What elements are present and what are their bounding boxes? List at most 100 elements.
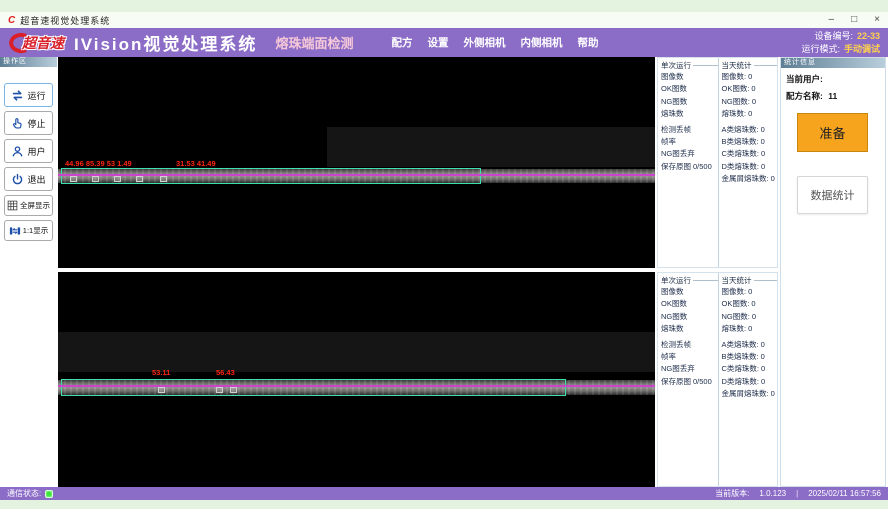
menu-help[interactable]: 帮助 (577, 35, 598, 50)
stat-value: 0/500 (693, 376, 712, 388)
stat-label: B类熔珠数: (722, 136, 759, 148)
operation-sidebar: 操作区 运行 停止 用户 退出 (0, 57, 57, 487)
stat-label: 图像数 (661, 286, 684, 298)
stat-value: 0 (751, 298, 755, 310)
stat-row: 保存原图0/500 (661, 376, 718, 388)
stat-row: 图像数:0 (722, 71, 778, 83)
minimize-icon[interactable]: – (829, 13, 835, 27)
stat-label: 检测丢帧 (661, 339, 691, 351)
stat-label: 保存原图 (661, 376, 691, 388)
stat-label: 检测丢帧 (661, 124, 691, 136)
close-icon[interactable]: × (874, 13, 880, 27)
single-run-rows: 图像数OK图数NG图数熔珠数检测丢帧帧率NG图丢弃保存原图0/500 (661, 286, 718, 388)
stat-value: 0 (761, 136, 765, 148)
camera-viewport-outer[interactable]: 44.96 85.39 53 1.49 31.53 41.49 (58, 57, 655, 268)
run-mode-value: 手动调试 (844, 43, 880, 56)
run-button-label: 运行 (27, 89, 45, 102)
recipe-name-label: 配方名称: (786, 91, 823, 101)
power-icon (11, 173, 24, 186)
stat-row: C类熔珠数:0 (722, 363, 778, 375)
today-title: 当天统计 (722, 275, 778, 286)
version-value: 1.0.123 (759, 489, 786, 498)
stat-label: D类熔珠数: (722, 161, 760, 173)
single-run-title: 单次运行 (661, 60, 718, 71)
run-button[interactable]: 运行 (4, 83, 53, 107)
defect-marker-box (92, 176, 99, 182)
data-statistics-button[interactable]: 数据统计 (797, 176, 868, 214)
menu-outer-camera[interactable]: 外侧相机 (463, 35, 505, 50)
stat-row: 熔珠数 (661, 108, 718, 120)
today-rows: 图像数:0OK图数:0NG图数:0熔珠数:0A类熔珠数:0B类熔珠数:0C类熔珠… (722, 286, 778, 401)
stat-label: NG图丢弃 (661, 148, 695, 160)
measurement-annotation: 56.43 (216, 368, 235, 377)
fullscreen-button[interactable]: 全屏显示 (4, 195, 53, 216)
stat-label: OK图数: (722, 298, 750, 310)
device-number-label: 设备编号: (814, 30, 853, 43)
device-info: 设备编号: 22-33 运行模式: 手动调试 (801, 30, 880, 56)
hand-icon (11, 117, 24, 130)
one-to-one-icon (9, 225, 21, 237)
statistics-info-panel: 统计信息 当前用户: 配方名称: 11 准备 数据统计 (780, 57, 886, 487)
stat-label: 熔珠数 (661, 108, 684, 120)
stat-label: 保存原图 (661, 161, 691, 173)
stat-row: NG图数 (661, 96, 718, 108)
stat-row: A类熔珠数:0 (722, 339, 778, 351)
stat-label: 帧率 (661, 136, 676, 148)
datetime-value: 2025/02/11 16:57:56 (808, 489, 881, 498)
maximize-icon[interactable]: □ (851, 13, 857, 27)
stat-row: OK图数 (661, 298, 718, 310)
menu-recipe[interactable]: 配方 (391, 35, 412, 50)
camera-viewport-inner[interactable]: 53.11 56.43 (58, 272, 655, 487)
fullscreen-button-label: 全屏显示 (20, 200, 50, 211)
operation-panel-title: 操作区 (0, 57, 57, 67)
recipe-name-value: 11 (828, 91, 837, 101)
user-button[interactable]: 用户 (4, 139, 53, 163)
brand-name: 超音速 (22, 33, 64, 53)
stat-row: 帧率 (661, 136, 718, 148)
stat-row: B类熔珠数:0 (722, 136, 778, 148)
stat-label: C类熔珠数: (722, 148, 760, 160)
device-number-value: 22-33 (857, 30, 880, 43)
stat-label: NG图数: (722, 96, 750, 108)
stat-row: OK图数:0 (722, 298, 778, 310)
stat-value: 0 (748, 71, 752, 83)
single-run-rows: 图像数OK图数NG图数熔珠数检测丢帧帧率NG图丢弃保存原图0/500 (661, 71, 718, 173)
stat-value: 0 (748, 108, 752, 120)
single-run-column: 单次运行 图像数OK图数NG图数熔珠数检测丢帧帧率NG图丢弃保存原图0/500 (658, 58, 718, 267)
menu-inner-camera[interactable]: 内侧相机 (520, 35, 562, 50)
one-to-one-button[interactable]: 1:1显示 (4, 220, 53, 241)
stat-value: 0 (761, 339, 765, 351)
stat-row: 熔珠数 (661, 323, 718, 335)
stat-label: B类熔珠数: (722, 351, 759, 363)
today-column: 当天统计 图像数:0OK图数:0NG图数:0熔珠数:0A类熔珠数:0B类熔珠数:… (718, 58, 778, 267)
version-label: 当前版本: (715, 488, 749, 499)
stat-label: NG图数: (722, 311, 750, 323)
single-run-title: 单次运行 (661, 275, 718, 286)
centerline-overlay (58, 174, 655, 176)
defect-marker-box (160, 176, 167, 182)
stat-label: OK图数 (661, 83, 687, 95)
stop-button[interactable]: 停止 (4, 111, 53, 135)
stat-row: OK图数 (661, 83, 718, 95)
stat-label: 熔珠数: (722, 323, 747, 335)
today-title: 当天统计 (722, 60, 778, 71)
detection-box-overlay (61, 379, 566, 396)
menu-settings[interactable]: 设置 (427, 35, 448, 50)
user-button-label: 用户 (27, 145, 45, 158)
app-header: 超音速 IVision视觉处理系统 熔珠端面检测 配方 设置 外侧相机 内侧相机… (0, 28, 888, 57)
stat-row: 检测丢帧 (661, 339, 718, 351)
statistics-info-title: 统计信息 (781, 58, 885, 68)
stat-label: 帧率 (661, 351, 676, 363)
prepare-button[interactable]: 准备 (797, 113, 868, 152)
stat-row: 金属屑熔珠数:0 (722, 173, 778, 185)
stat-value: 0 (761, 351, 765, 363)
stat-row: OK图数:0 (722, 83, 778, 95)
stat-row: B类熔珠数:0 (722, 351, 778, 363)
stat-value: 0 (761, 363, 765, 375)
stat-label: C类熔珠数: (722, 363, 760, 375)
single-run-column: 单次运行 图像数OK图数NG图数熔珠数检测丢帧帧率NG图丢弃保存原图0/500 (658, 273, 718, 486)
stat-row: D类熔珠数:0 (722, 161, 778, 173)
stat-value: 0 (771, 388, 775, 400)
stat-row: NG图数:0 (722, 96, 778, 108)
exit-button[interactable]: 退出 (4, 167, 53, 191)
